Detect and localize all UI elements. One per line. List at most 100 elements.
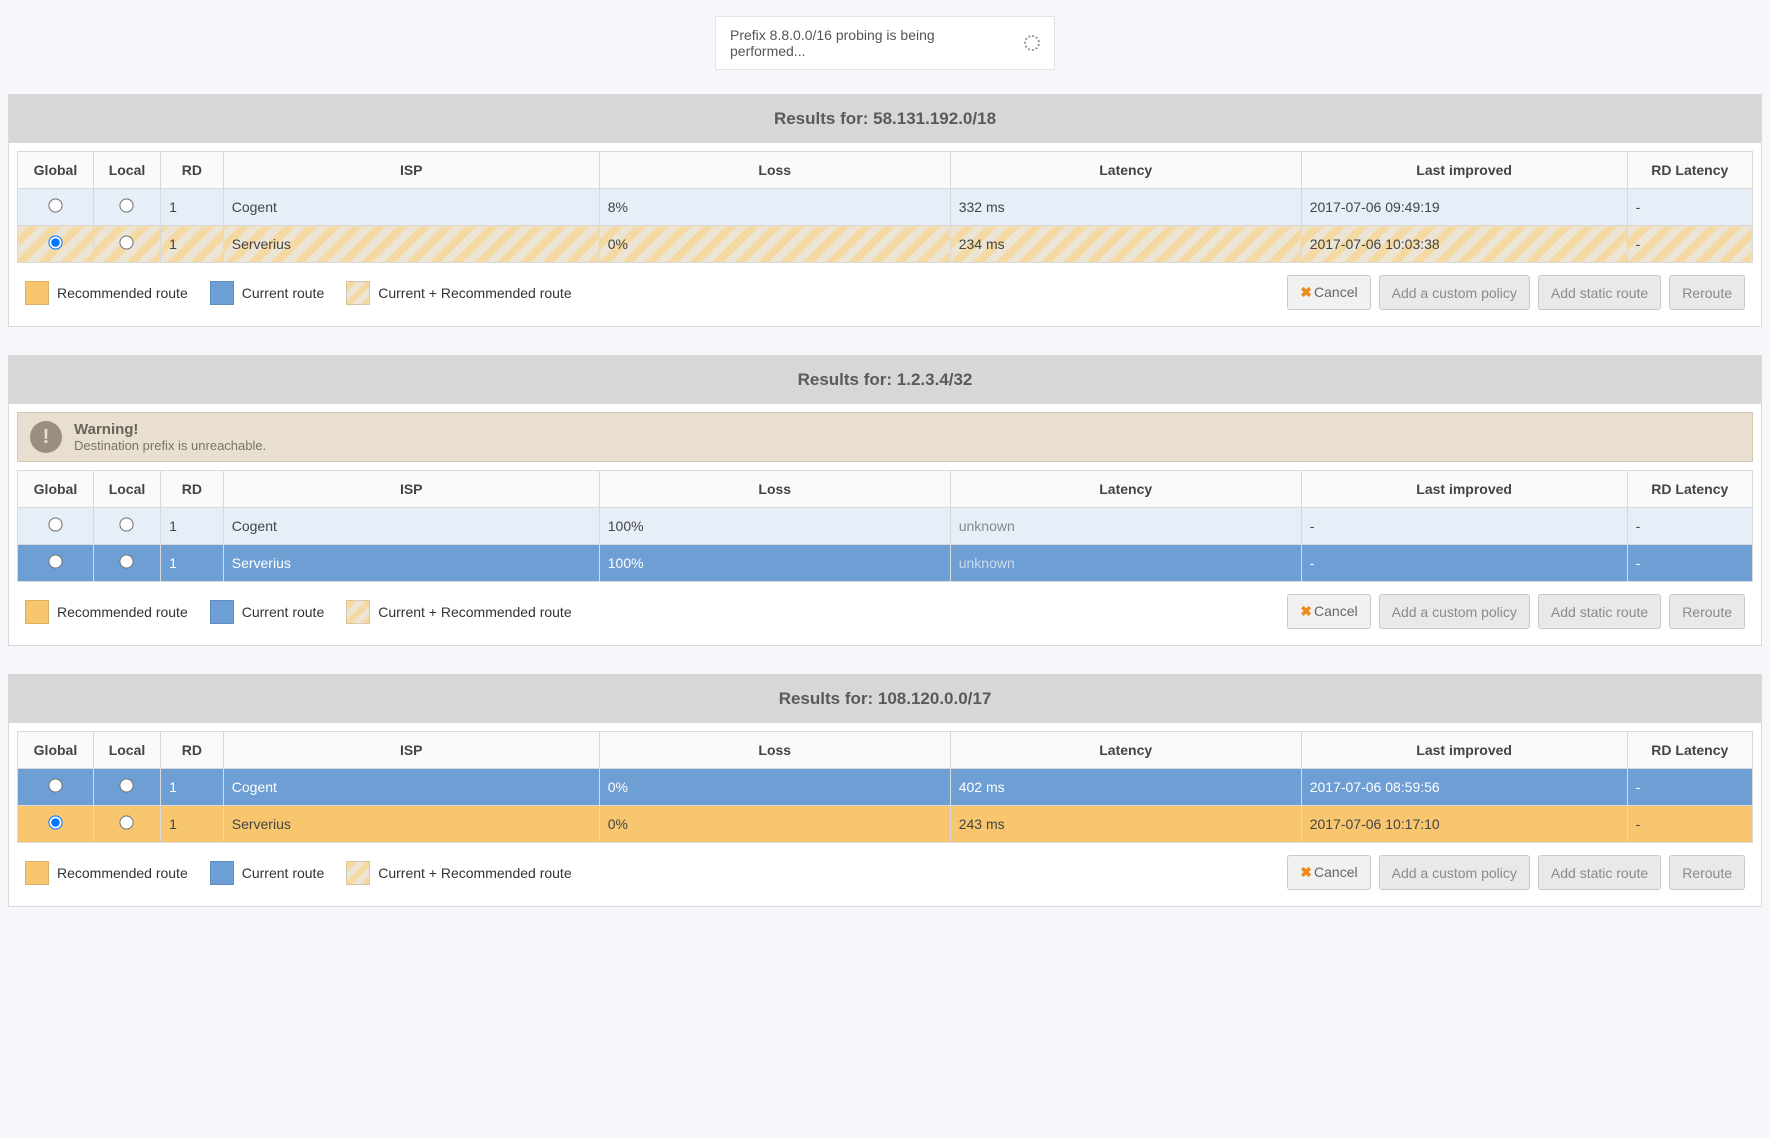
cell-rdlatency: - — [1627, 806, 1752, 843]
cell-latency: unknown — [950, 545, 1301, 582]
add-policy-button[interactable]: Add a custom policy — [1379, 275, 1530, 310]
cancel-button[interactable]: ✖Cancel — [1287, 594, 1370, 629]
legend-recommended-label: Recommended route — [57, 604, 188, 620]
col-isp: ISP — [223, 471, 599, 508]
reroute-button[interactable]: Reroute — [1669, 855, 1745, 890]
cell-loss: 0% — [599, 806, 950, 843]
legend-both-label: Current + Recommended route — [378, 285, 571, 301]
cancel-button[interactable]: ✖Cancel — [1287, 855, 1370, 890]
reroute-button[interactable]: Reroute — [1669, 275, 1745, 310]
add-static-route-button[interactable]: Add static route — [1538, 594, 1661, 629]
actions: ✖Cancel Add a custom policy Add static r… — [1287, 855, 1745, 890]
warning-box: ! Warning! Destination prefix is unreach… — [17, 412, 1753, 462]
swatch-both — [346, 600, 370, 624]
reroute-button[interactable]: Reroute — [1669, 594, 1745, 629]
cell-rdlatency: - — [1627, 769, 1752, 806]
col-latency: Latency — [950, 152, 1301, 189]
col-isp: ISP — [223, 732, 599, 769]
col-lastimproved: Last improved — [1301, 732, 1627, 769]
cell-latency: 234 ms — [950, 226, 1301, 263]
global-radio[interactable] — [48, 778, 62, 792]
col-rdlatency: RD Latency — [1627, 152, 1752, 189]
results-table: Global Local RD ISP Loss Latency Last im… — [17, 151, 1753, 263]
cell-lastimproved: 2017-07-06 08:59:56 — [1301, 769, 1627, 806]
swatch-current — [210, 600, 234, 624]
legend-current-label: Current route — [242, 865, 324, 881]
cell-rd: 1 — [161, 189, 224, 226]
add-policy-button[interactable]: Add a custom policy — [1379, 594, 1530, 629]
cell-rdlatency: - — [1627, 226, 1752, 263]
legend: Recommended route Current route Current … — [25, 281, 572, 305]
cell-latency: 332 ms — [950, 189, 1301, 226]
col-loss: Loss — [599, 471, 950, 508]
cell-loss: 100% — [599, 508, 950, 545]
swatch-recommended — [25, 281, 49, 305]
panel-header: Results for: 58.131.192.0/18 — [9, 95, 1761, 143]
local-radio[interactable] — [120, 517, 134, 531]
global-radio[interactable] — [48, 554, 62, 568]
legend-current: Current route — [210, 281, 324, 305]
cell-latency: unknown — [950, 508, 1301, 545]
local-radio[interactable] — [120, 815, 134, 829]
local-radio[interactable] — [120, 198, 134, 212]
legend-recommended-label: Recommended route — [57, 285, 188, 301]
legend-both-label: Current + Recommended route — [378, 865, 571, 881]
col-global: Global — [18, 732, 94, 769]
legend: Recommended route Current route Current … — [25, 600, 572, 624]
spinner-icon — [1024, 35, 1040, 51]
cell-loss: 100% — [599, 545, 950, 582]
col-lastimproved: Last improved — [1301, 471, 1627, 508]
local-radio[interactable] — [120, 778, 134, 792]
legend-recommended: Recommended route — [25, 281, 188, 305]
probe-status-box: Prefix 8.8.0.0/16 probing is being perfo… — [715, 16, 1055, 70]
panel-header: Results for: 1.2.3.4/32 — [9, 356, 1761, 404]
table-row: 1 Serverius 0% 243 ms 2017-07-06 10:17:1… — [18, 806, 1753, 843]
col-rd: RD — [161, 471, 224, 508]
table-row: 1 Cogent 0% 402 ms 2017-07-06 08:59:56 - — [18, 769, 1753, 806]
swatch-recommended — [25, 861, 49, 885]
local-radio[interactable] — [120, 554, 134, 568]
cell-lastimproved: - — [1301, 508, 1627, 545]
global-radio[interactable] — [48, 235, 62, 249]
swatch-both — [346, 861, 370, 885]
panel-header: Results for: 108.120.0.0/17 — [9, 675, 1761, 723]
cell-rd: 1 — [161, 769, 224, 806]
swatch-current — [210, 861, 234, 885]
add-static-route-button[interactable]: Add static route — [1538, 855, 1661, 890]
cancel-button[interactable]: ✖Cancel — [1287, 275, 1370, 310]
swatch-current — [210, 281, 234, 305]
cell-rd: 1 — [161, 508, 224, 545]
results-panel: Results for: 108.120.0.0/17 Global Local… — [8, 674, 1762, 907]
global-radio[interactable] — [48, 198, 62, 212]
actions: ✖Cancel Add a custom policy Add static r… — [1287, 594, 1745, 629]
legend-recommended-label: Recommended route — [57, 865, 188, 881]
col-rdlatency: RD Latency — [1627, 732, 1752, 769]
col-rdlatency: RD Latency — [1627, 471, 1752, 508]
warning-icon: ! — [30, 421, 62, 453]
legend-both: Current + Recommended route — [346, 861, 571, 885]
cell-loss: 0% — [599, 226, 950, 263]
legend-current: Current route — [210, 861, 324, 885]
cell-rd: 1 — [161, 226, 224, 263]
col-rd: RD — [161, 152, 224, 189]
probe-status-text: Prefix 8.8.0.0/16 probing is being perfo… — [730, 27, 1014, 59]
col-rd: RD — [161, 732, 224, 769]
global-radio[interactable] — [48, 815, 62, 829]
add-policy-button[interactable]: Add a custom policy — [1379, 855, 1530, 890]
cell-loss: 0% — [599, 769, 950, 806]
cell-lastimproved: 2017-07-06 10:17:10 — [1301, 806, 1627, 843]
results-panel: Results for: 58.131.192.0/18 Global Loca… — [8, 94, 1762, 327]
panel-footer: Recommended route Current route Current … — [9, 590, 1761, 645]
local-radio[interactable] — [120, 235, 134, 249]
legend-both-label: Current + Recommended route — [378, 604, 571, 620]
add-static-route-button[interactable]: Add static route — [1538, 275, 1661, 310]
cancel-icon: ✖ — [1300, 284, 1312, 300]
cell-latency: 243 ms — [950, 806, 1301, 843]
cell-isp: Serverius — [223, 545, 599, 582]
swatch-recommended — [25, 600, 49, 624]
panel-footer: Recommended route Current route Current … — [9, 851, 1761, 906]
cancel-icon: ✖ — [1300, 603, 1312, 619]
col-loss: Loss — [599, 732, 950, 769]
cell-rdlatency: - — [1627, 508, 1752, 545]
global-radio[interactable] — [48, 517, 62, 531]
